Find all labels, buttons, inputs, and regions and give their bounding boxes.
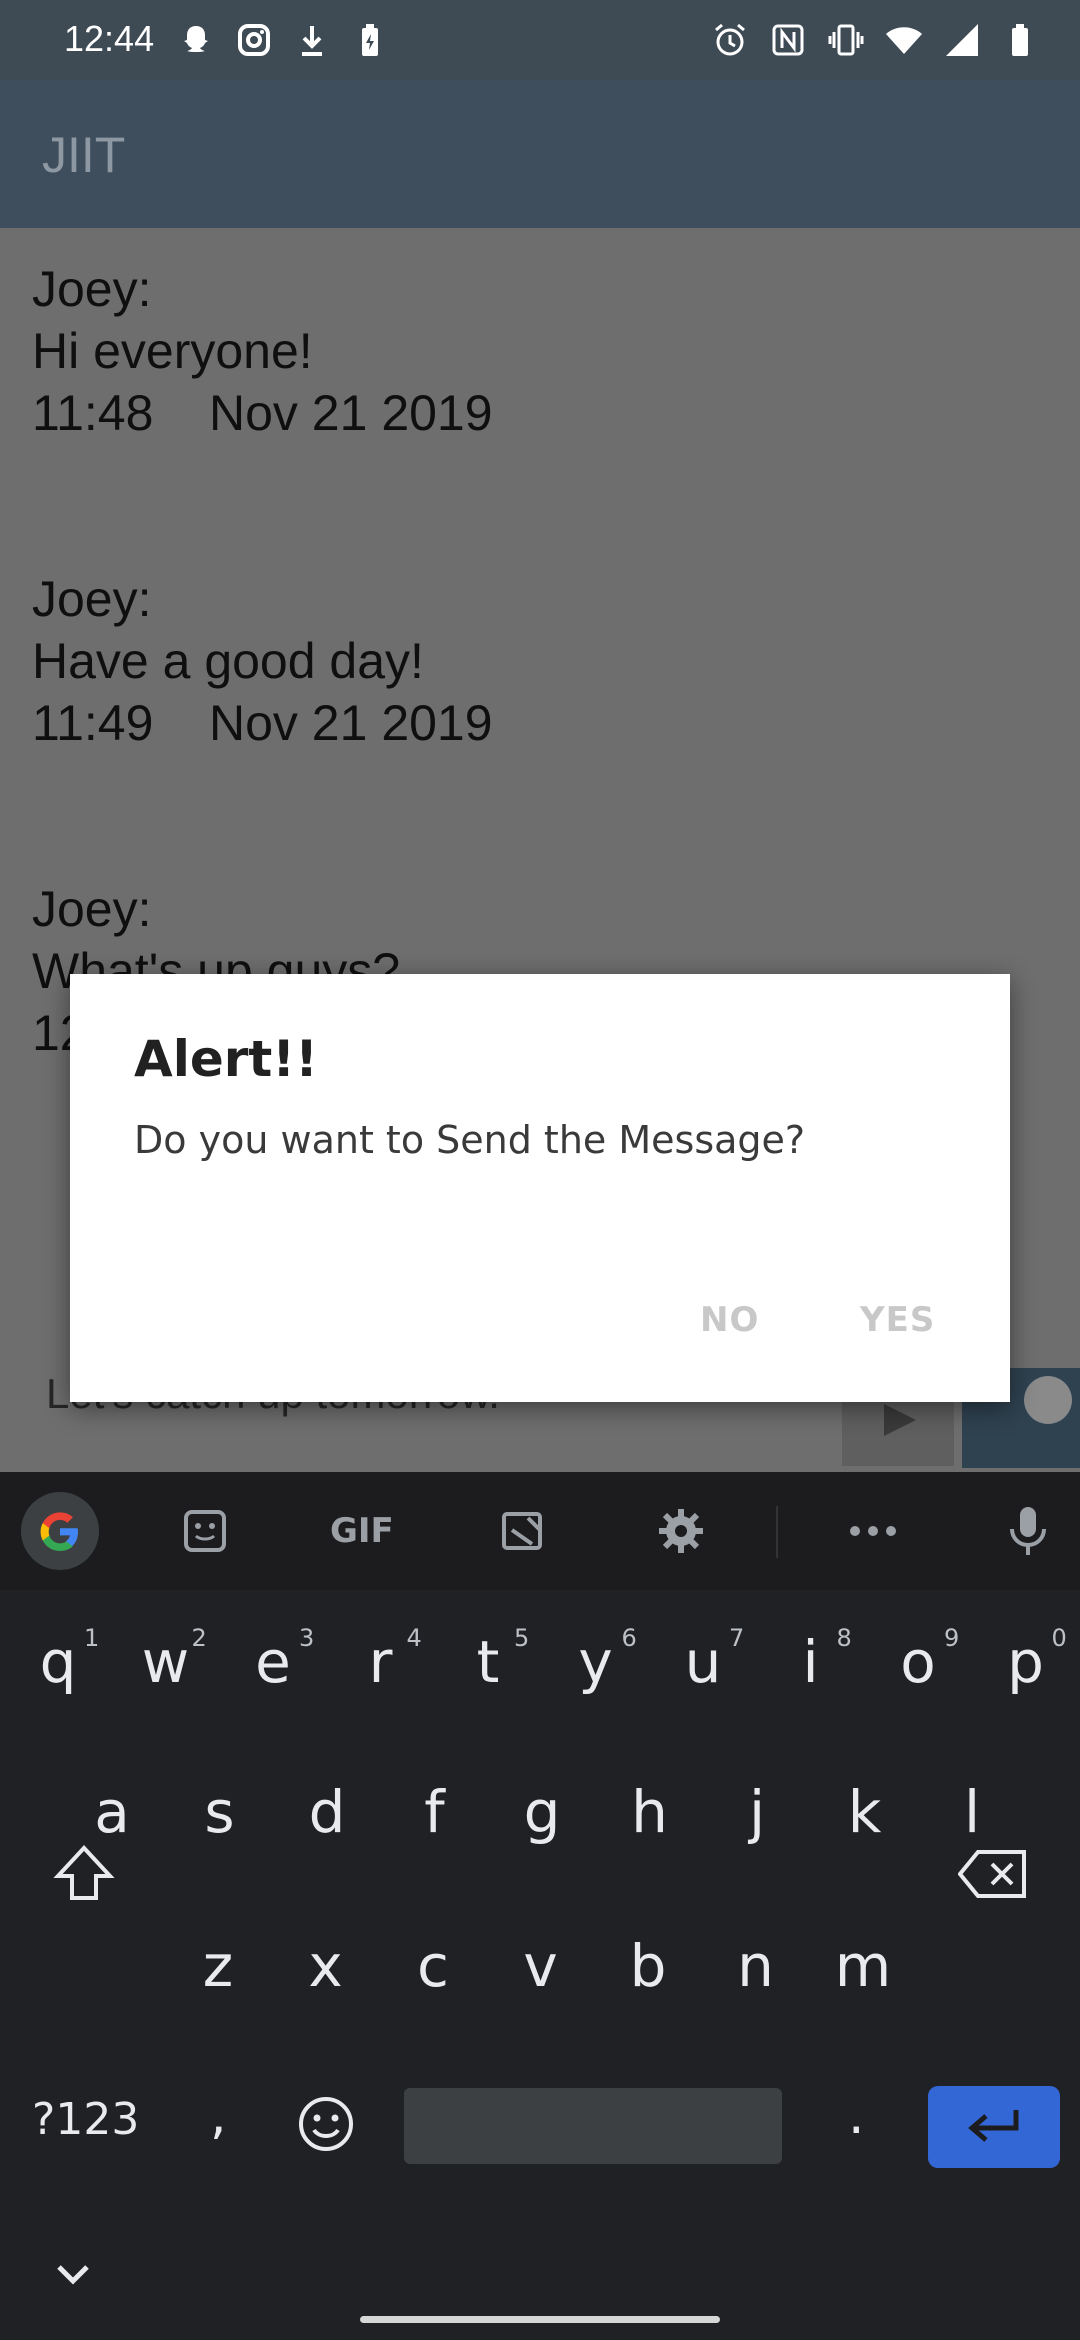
settings-icon[interactable] [656,1506,706,1556]
mic-icon[interactable] [1008,1505,1048,1557]
key-n[interactable]: n [716,1932,796,2000]
key-c[interactable]: c [393,1932,473,2000]
key-m[interactable]: m [823,1932,903,2000]
key-hint: 0 [1051,1624,1067,1652]
key-hint: 1 [84,1624,100,1652]
no-button[interactable]: NO [700,1300,759,1340]
key-v[interactable]: v [501,1932,581,2000]
key-s[interactable]: s [180,1778,260,1846]
key-k[interactable]: k [825,1778,905,1846]
toolbar-divider [776,1506,778,1558]
comma-key[interactable]: , [210,2086,227,2146]
key-a[interactable]: a [72,1778,152,1846]
backspace-icon[interactable] [958,1848,1028,1900]
alert-dialog: Alert!! Do you want to Send the Message?… [70,974,1010,1402]
key-hint: 4 [406,1624,422,1652]
dialog-title: Alert!! [134,1030,318,1088]
space-bar[interactable] [404,2088,782,2164]
key-j[interactable]: j [717,1778,797,1846]
key-b[interactable]: b [608,1932,688,2000]
key-hint: 3 [299,1624,315,1652]
period-key[interactable]: . [848,2086,865,2146]
yes-button[interactable]: YES [860,1300,935,1340]
sticker-icon[interactable] [182,1508,228,1554]
key-x[interactable]: x [286,1932,366,2000]
gif-button[interactable]: GIF [330,1511,394,1551]
key-h[interactable]: h [610,1778,690,1846]
key-hint: 8 [836,1624,852,1652]
key-hint: 5 [514,1624,530,1652]
enter-icon [968,2110,1019,2142]
enter-button[interactable] [928,2086,1060,2168]
emoji-icon[interactable] [298,2096,354,2152]
key-f[interactable]: f [395,1778,475,1846]
key-hint: 7 [729,1624,745,1652]
key-d[interactable]: d [287,1778,367,1846]
symbols-key[interactable]: ?123 [32,2094,139,2145]
key-hint: 9 [944,1624,960,1652]
key-hint: 2 [191,1624,207,1652]
gesture-nav-handle[interactable] [360,2316,720,2323]
more-icon[interactable] [848,1524,898,1538]
dialog-message: Do you want to Send the Message? [134,1118,806,1162]
shift-icon[interactable] [52,1844,116,1904]
chevron-down-icon[interactable] [56,2264,90,2286]
key-g[interactable]: g [502,1778,582,1846]
key-z[interactable]: z [178,1932,258,2000]
keyboard: GIF q1w2e3r4t5y6u7i8o9p0 asdfghjkl zxcvb… [0,1472,1080,2340]
clipboard-icon[interactable] [500,1508,546,1554]
key-l[interactable]: l [932,1778,1012,1846]
google-icon[interactable] [20,1491,100,1571]
key-hint: 6 [621,1624,637,1652]
keyboard-toolbar: GIF [0,1472,1080,1590]
